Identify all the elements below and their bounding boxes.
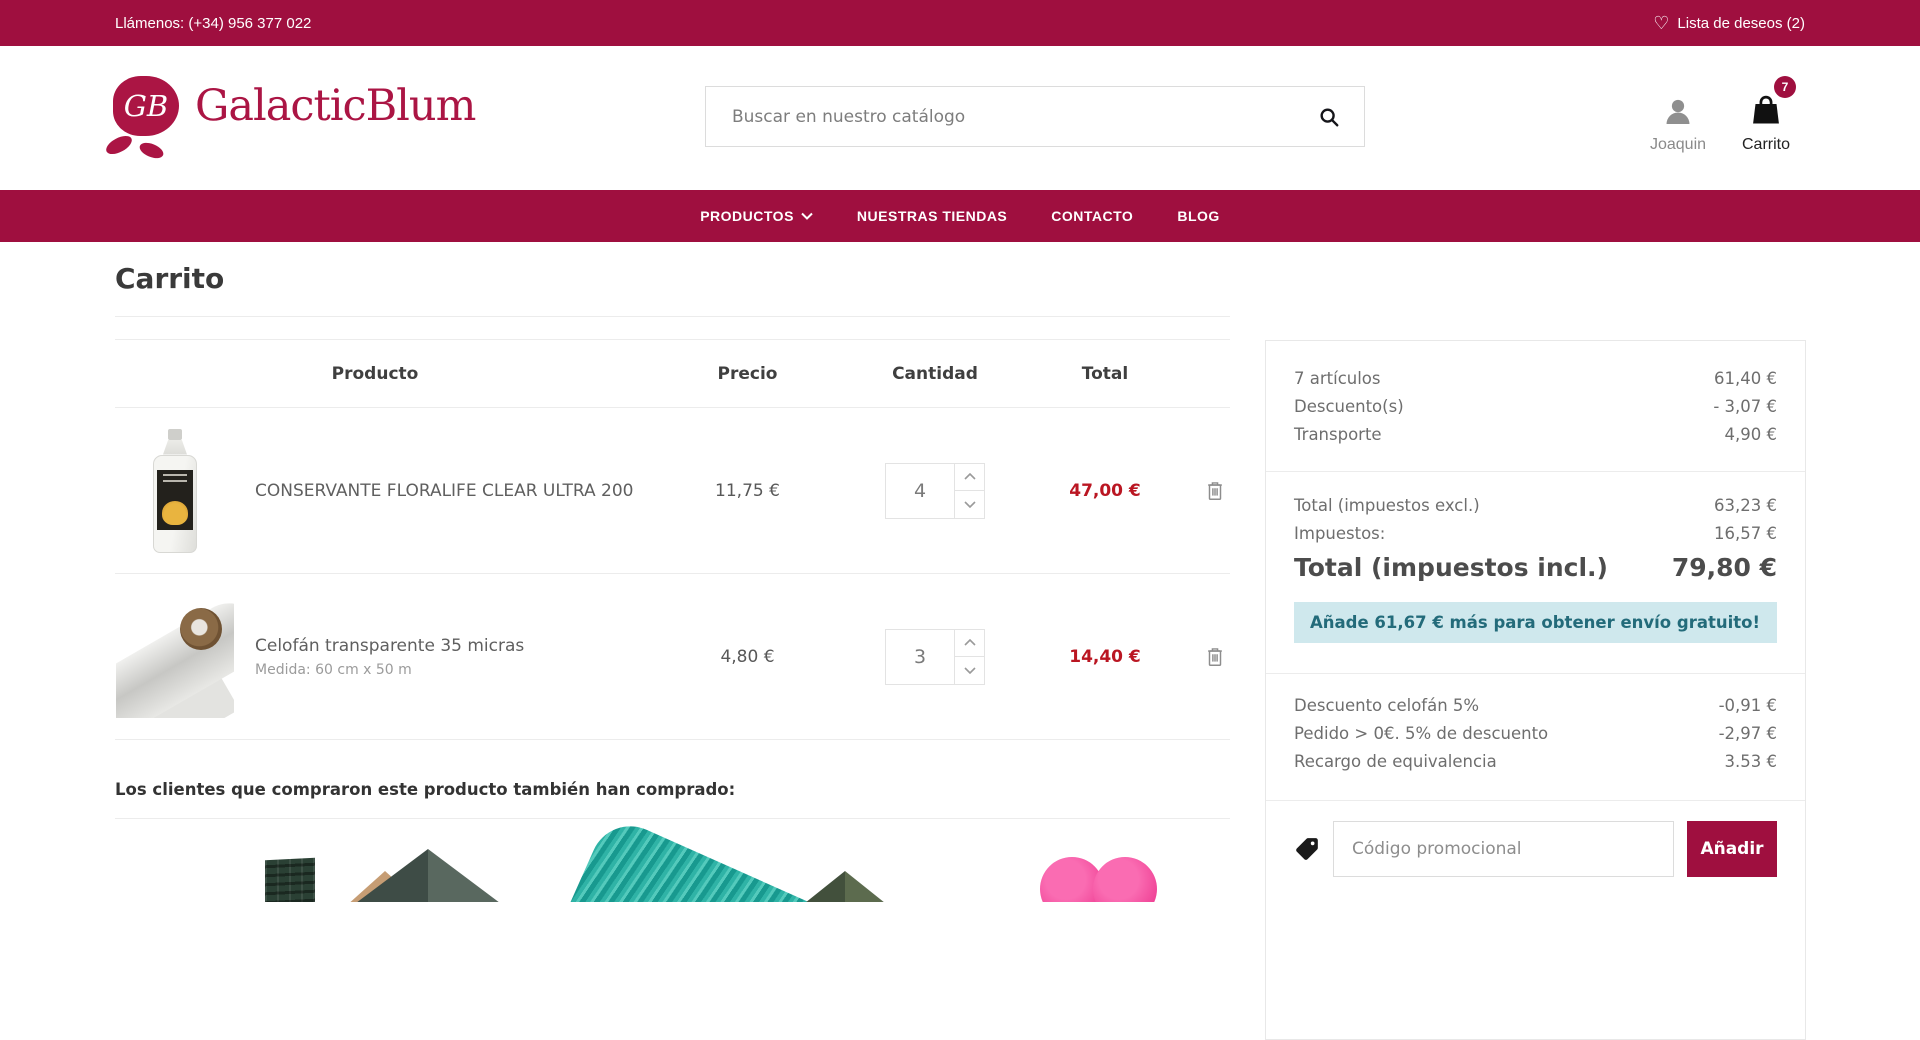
remove-item-button[interactable] [1200, 645, 1230, 669]
product-variant: Medida: 60 cm x 50 m [255, 661, 412, 678]
quantity-input[interactable] [886, 463, 954, 518]
pink-heart-image[interactable] [1093, 857, 1157, 902]
trash-icon [1208, 647, 1222, 666]
divider [115, 818, 1230, 819]
recommendations-heading: Los clientes que compraron este producto… [115, 780, 736, 799]
account-link[interactable]: Joaquin [1630, 84, 1726, 154]
wishlist-label: Lista de deseos (2) [1677, 14, 1805, 32]
line-total: 47,00 € [1069, 480, 1141, 501]
logo-leaf-icon [103, 132, 135, 158]
promo-code-row: Añadir [1294, 821, 1777, 877]
summary-total-excl: Total (impuestos excl.) 63,23 € [1294, 496, 1777, 515]
bottle-image [153, 428, 197, 553]
cart-row: CONSERVANTE FLORALIFE CLEAR ULTRA 200 11… [115, 408, 1230, 574]
green-pyramid-image[interactable] [845, 871, 920, 902]
wishlist-link[interactable]: ♡ Lista de deseos (2) [1653, 14, 1805, 32]
quantity-stepper [885, 462, 985, 519]
account-name: Joaquin [1649, 136, 1707, 153]
column-producto: Producto [331, 363, 419, 384]
adjustment-recargo: Recargo de equivalencia 3.53 € [1294, 752, 1777, 771]
promo-code-input[interactable] [1333, 821, 1674, 877]
unit-price: 11,75 € [715, 480, 780, 501]
divider [1266, 673, 1805, 674]
quantity-up-icon[interactable] [955, 464, 984, 491]
adjustment-pedido: Pedido > 0€. 5% de descuento -2,97 € [1294, 724, 1777, 743]
brand-name: GalacticBlum [195, 81, 476, 131]
logo-leaf-icon [137, 139, 166, 162]
search-box [705, 86, 1365, 147]
cart-label: Carrito [1741, 136, 1790, 153]
main-nav: PRODUCTOS NUESTRAS TIENDAS CONTACTO BLOG [0, 190, 1920, 242]
free-shipping-banner: Añade 61,67 € más para obtener envío gra… [1294, 602, 1777, 643]
quantity-down-icon[interactable] [955, 490, 984, 518]
product-image-celofan[interactable] [115, 574, 235, 739]
product-name[interactable]: CONSERVANTE FLORALIFE CLEAR ULTRA 200 [255, 481, 635, 501]
divider [115, 316, 1230, 317]
teal-roll-image[interactable] [540, 813, 830, 902]
cart-summary-card: 7 artículos 61,40 € Descuento(s) - 3,07 € … [1265, 340, 1806, 1040]
search-input[interactable] [730, 105, 1318, 128]
shopping-bag-icon [1753, 95, 1779, 124]
dark-pyramid-image[interactable] [428, 849, 548, 902]
cart-section: Carrito Producto Precio Cantidad Total C… [115, 242, 1230, 902]
top-bar: Llámenos: (+34) 956 377 022 ♡ Lista de d… [0, 0, 1920, 46]
nav-contacto[interactable]: CONTACTO [1051, 208, 1133, 224]
nav-productos[interactable]: PRODUCTOS [700, 208, 813, 224]
product-image-conservante[interactable] [115, 408, 235, 573]
logo-monogram-icon: GB [103, 76, 179, 162]
header: GB GalacticBlum Joaquin 7 Car [0, 46, 1920, 190]
column-cantidad: Cantidad [892, 363, 978, 384]
phone-text: Llámenos: (+34) 956 377 022 [115, 14, 312, 32]
page-title: Carrito [115, 262, 225, 295]
user-icon [1666, 99, 1690, 124]
nav-nuestras-tiendas[interactable]: NUESTRAS TIENDAS [857, 208, 1007, 224]
cart-row: Celofán transparente 35 micras Medida: 6… [115, 574, 1230, 740]
quantity-input[interactable] [886, 629, 954, 684]
column-precio: Precio [717, 363, 778, 384]
divider [1266, 800, 1805, 801]
promo-add-button[interactable]: Añadir [1687, 821, 1777, 877]
cellophane-roll-image [116, 595, 234, 718]
chevron-down-icon [801, 212, 813, 220]
cart-table-header: Producto Precio Cantidad Total [115, 340, 1230, 408]
search-icon[interactable] [1318, 106, 1340, 128]
cart-count-badge: 7 [1774, 76, 1796, 98]
tag-icon [1296, 838, 1318, 860]
column-total: Total [1081, 363, 1129, 384]
heart-icon: ♡ [1653, 13, 1670, 33]
logo[interactable]: GB GalacticBlum [103, 76, 476, 162]
divider [1266, 471, 1805, 472]
summary-line-descuentos: Descuento(s) - 3,07 € [1294, 397, 1777, 416]
quantity-stepper [885, 628, 985, 685]
summary-line-articles: 7 artículos 61,40 € [1294, 369, 1777, 388]
unit-price: 4,80 € [720, 646, 775, 667]
line-total: 14,40 € [1069, 646, 1141, 667]
nav-blog[interactable]: BLOG [1177, 208, 1219, 224]
summary-total-incl: Total (impuestos incl.) 79,80 € [1294, 553, 1777, 582]
summary-line-transporte: Transporte 4,90 € [1294, 425, 1777, 444]
cart-link[interactable]: 7 Carrito [1724, 76, 1808, 154]
quantity-down-icon[interactable] [955, 656, 984, 684]
adjustment-descuento-celofan: Descuento celofán 5% -0,91 € [1294, 696, 1777, 715]
trash-icon [1208, 481, 1222, 500]
remove-item-button[interactable] [1200, 479, 1230, 503]
product-name[interactable]: Celofán transparente 35 micras [255, 636, 635, 656]
summary-taxes: Impuestos: 16,57 € [1294, 524, 1777, 543]
recommended-products-strip [115, 813, 1230, 902]
quantity-up-icon[interactable] [955, 630, 984, 657]
